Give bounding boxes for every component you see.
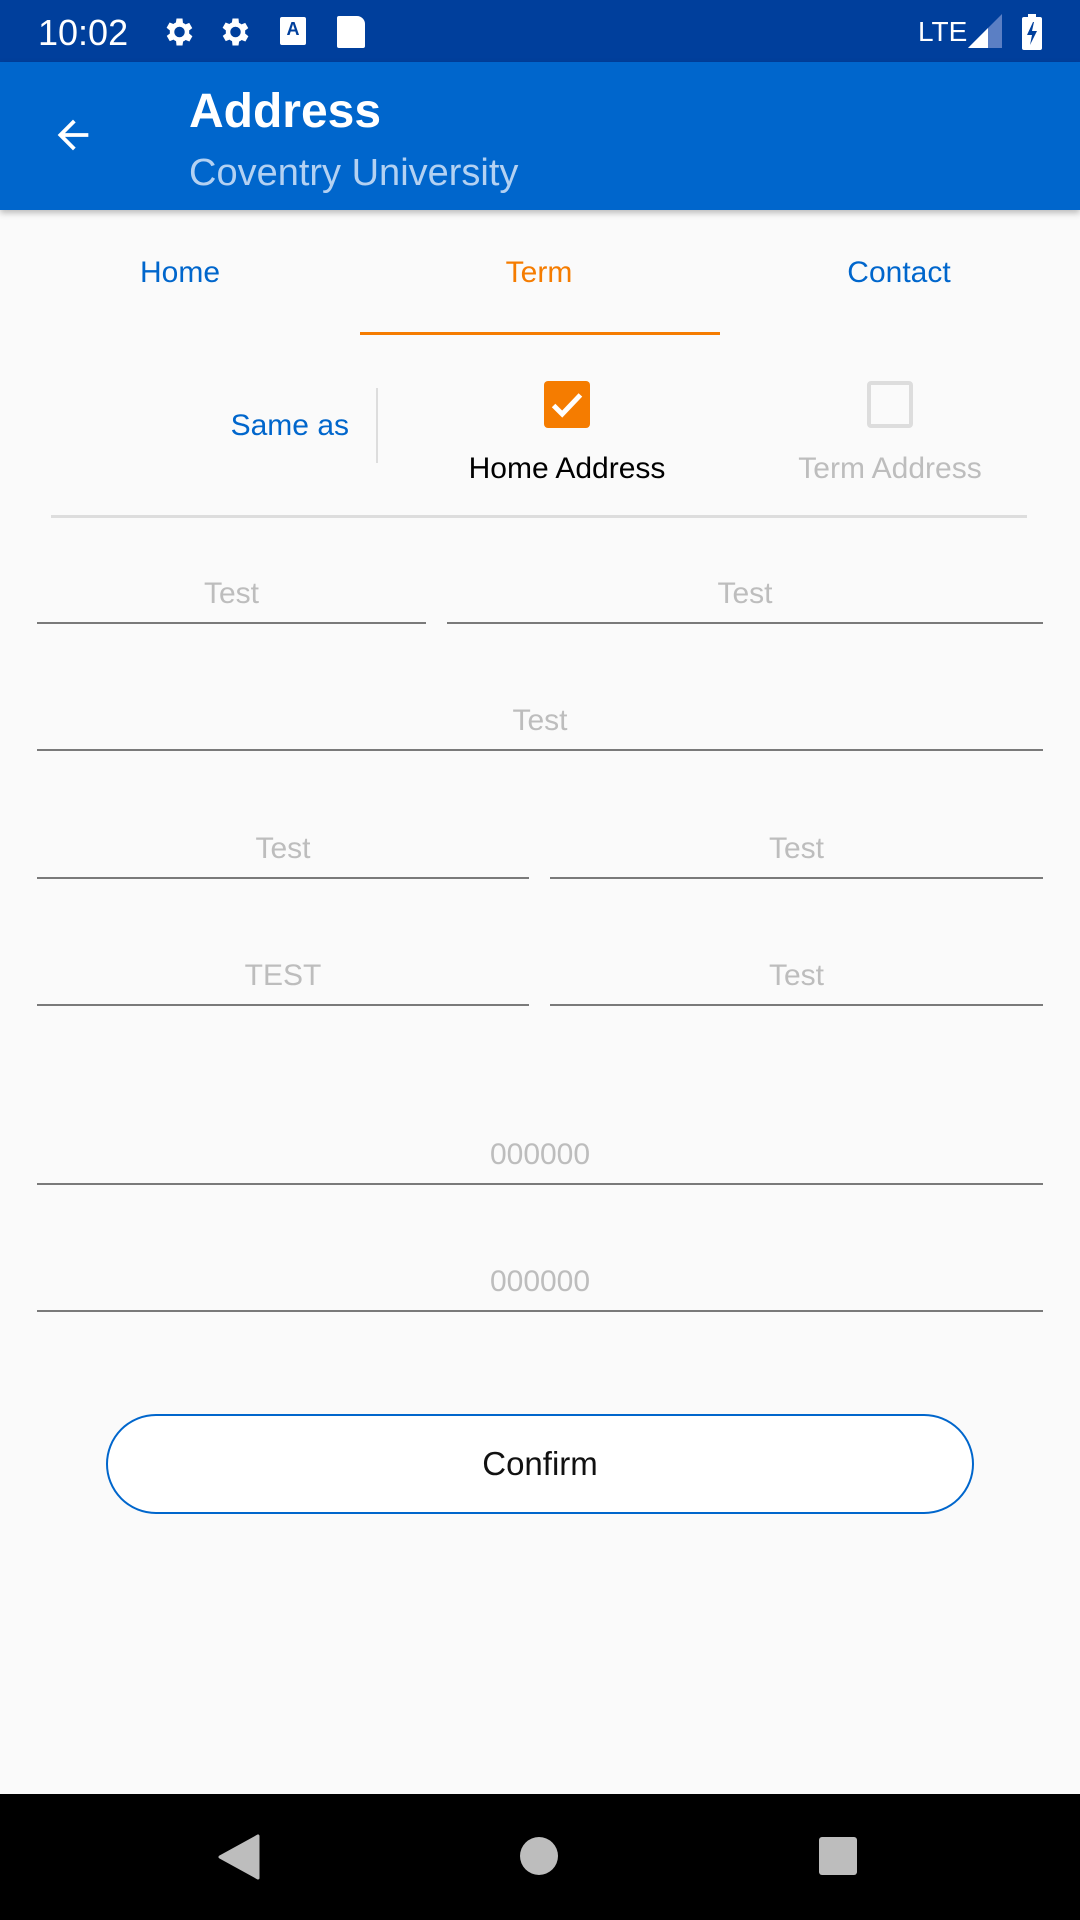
home-address-checkbox[interactable] [544,381,590,428]
divider [376,388,378,463]
gear-icon [222,18,249,46]
nav-back-icon[interactable] [218,1834,260,1880]
field-postcode[interactable]: TEST [37,942,529,1006]
same-as-label: Same as [230,409,349,442]
field-city[interactable]: Test [37,815,529,879]
field-first-name[interactable]: Test [37,560,426,624]
field-mobile[interactable]: 000000 [37,1248,1043,1312]
confirm-button[interactable]: Confirm [106,1414,974,1514]
nav-recents-icon[interactable] [819,1837,857,1875]
sd-card-icon [337,16,365,48]
section-divider [51,515,1027,518]
battery-charging-icon [1022,14,1042,50]
tab-home[interactable]: Home [140,256,220,290]
term-address-label: Term Address [798,452,982,485]
clock: 10:02 [38,12,129,53]
page-subtitle: Coventry University [189,152,519,194]
signal-icon [968,14,1002,48]
navigation-bar [0,1794,1080,1920]
page-title: Address [189,85,382,138]
gear-icon [166,18,193,46]
home-address-label: Home Address [468,452,666,485]
arrow-left-icon[interactable] [50,112,96,158]
a-notification-icon: A [280,17,306,45]
field-phone[interactable]: 000000 [37,1121,1043,1185]
check-icon [551,393,583,418]
app-bar: Address Coventry University [0,62,1080,210]
tab-indicator [360,332,720,335]
tab-contact[interactable]: Contact [847,256,950,290]
tab-term[interactable]: Term [506,256,573,290]
status-bar: 10:02 A LTE [0,0,1080,62]
nav-home-icon[interactable] [520,1837,558,1875]
network-type: LTE [918,16,968,47]
field-country[interactable]: Test [550,942,1043,1006]
term-address-checkbox[interactable] [867,381,913,428]
field-last-name[interactable]: Test [447,560,1043,624]
field-county[interactable]: Test [550,815,1043,879]
field-address-line[interactable]: Test [37,687,1043,751]
